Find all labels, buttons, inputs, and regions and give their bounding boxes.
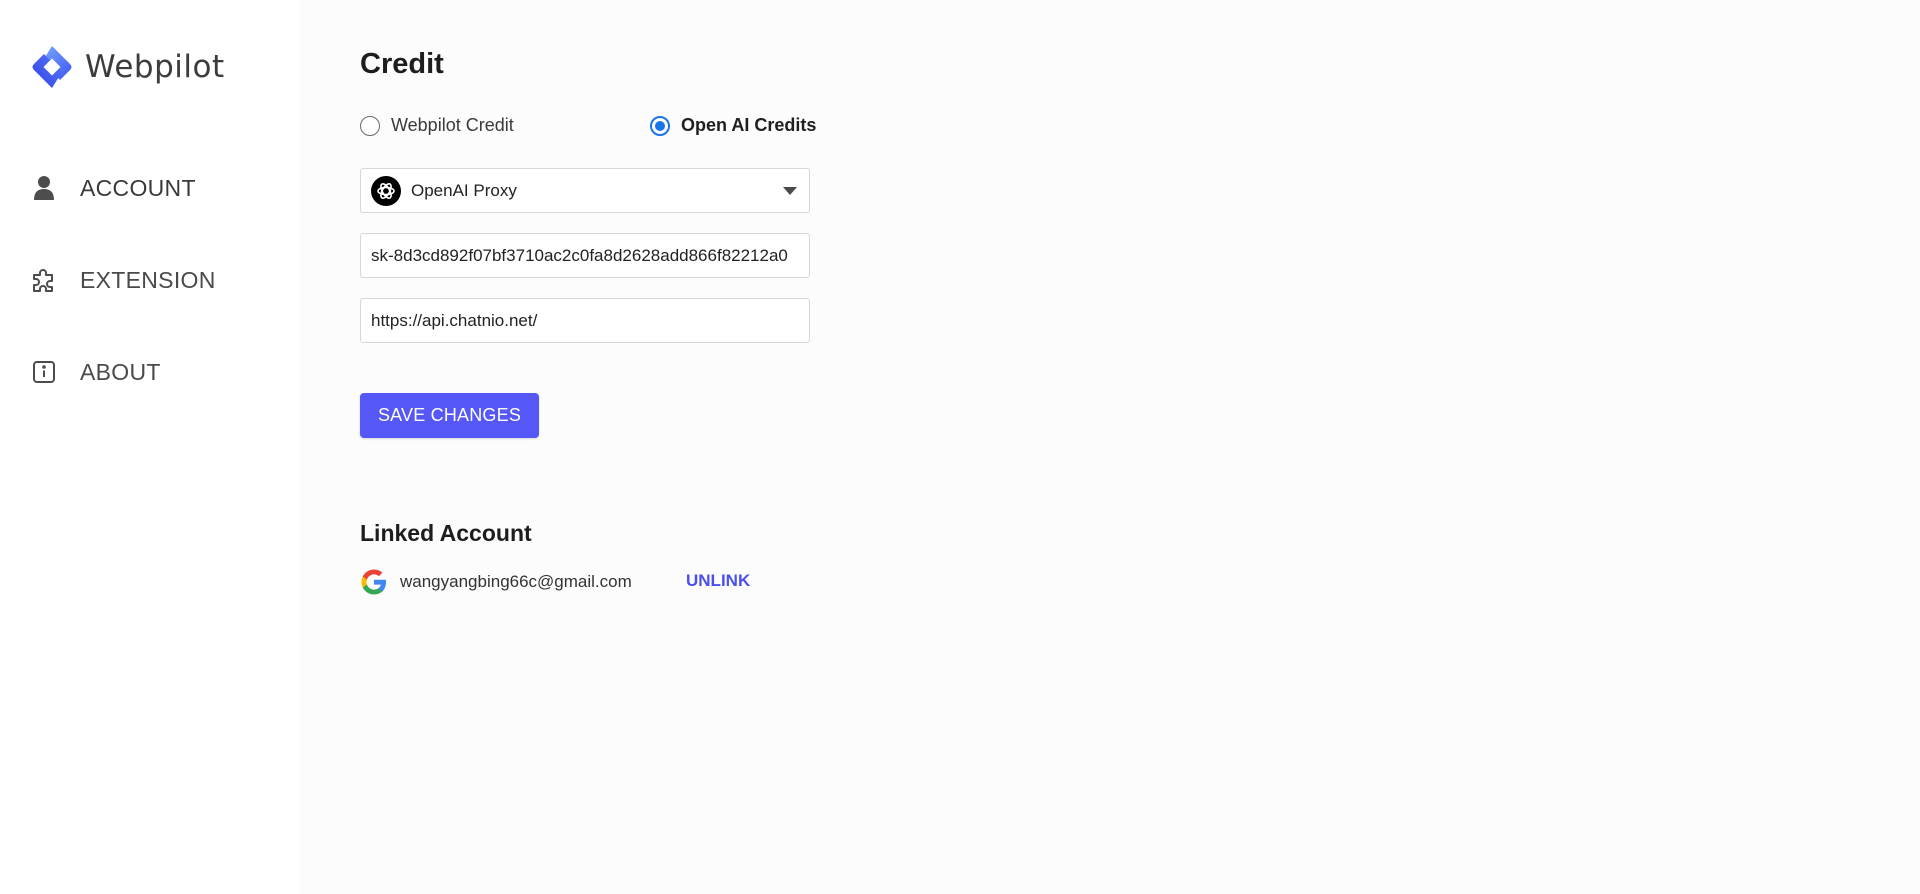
radio-webpilot-credit[interactable]: Webpilot Credit [360, 115, 514, 136]
main-panel: Credit Webpilot Credit Open AI Credits O… [300, 0, 1920, 894]
openai-icon [371, 175, 401, 206]
credit-type-radio-group: Webpilot Credit Open AI Credits [360, 115, 820, 139]
linked-account-row: wangyangbing66c@gmail.com UNLINK [360, 567, 820, 597]
brand[interactable]: Webpilot [29, 44, 225, 90]
sidebar-item-extension[interactable]: EXTENSION [0, 250, 300, 310]
radio-button[interactable] [650, 115, 670, 136]
linked-account-title: Linked Account [360, 520, 532, 546]
credit-title: Credit [360, 48, 444, 80]
sidebar-item-label: EXTENSION [80, 266, 216, 293]
api-url-field[interactable] [360, 298, 810, 343]
radio-label: Webpilot Credit [391, 115, 514, 135]
unlink-button[interactable]: UNLINK [686, 571, 750, 591]
google-icon [361, 569, 386, 595]
provider-select[interactable]: OpenAI Proxy [360, 168, 810, 213]
app-window: Webpilot ACCOUNT EXTENSION ABOUT Credit … [0, 0, 1920, 894]
sidebar-item-about[interactable]: ABOUT [0, 342, 300, 402]
radio-button[interactable] [360, 115, 380, 136]
webpilot-logo-icon [32, 46, 72, 88]
radio-openai-credits[interactable]: Open AI Credits [650, 115, 816, 136]
sidebar-item-label: ABOUT [80, 358, 161, 385]
linked-account-email: wangyangbing66c@gmail.com [400, 572, 632, 591]
puzzle-icon [31, 267, 57, 293]
info-icon [31, 359, 57, 385]
api-key-field[interactable] [360, 233, 810, 278]
api-url-input[interactable] [371, 299, 799, 342]
provider-select-value: OpenAI Proxy [371, 175, 517, 206]
api-key-input[interactable] [371, 234, 799, 277]
sidebar-item-account[interactable]: ACCOUNT [0, 158, 300, 218]
save-changes-button[interactable]: SAVE CHANGES [360, 393, 539, 438]
sidebar: Webpilot ACCOUNT EXTENSION ABOUT [0, 0, 300, 894]
user-icon [31, 175, 57, 201]
provider-select-text: OpenAI Proxy [411, 180, 517, 200]
brand-name: Webpilot [85, 49, 225, 85]
radio-label: Open AI Credits [681, 115, 817, 135]
sidebar-nav: ACCOUNT EXTENSION ABOUT [0, 158, 300, 434]
sidebar-item-label: ACCOUNT [80, 174, 196, 201]
chevron-down-icon[interactable] [783, 186, 797, 195]
